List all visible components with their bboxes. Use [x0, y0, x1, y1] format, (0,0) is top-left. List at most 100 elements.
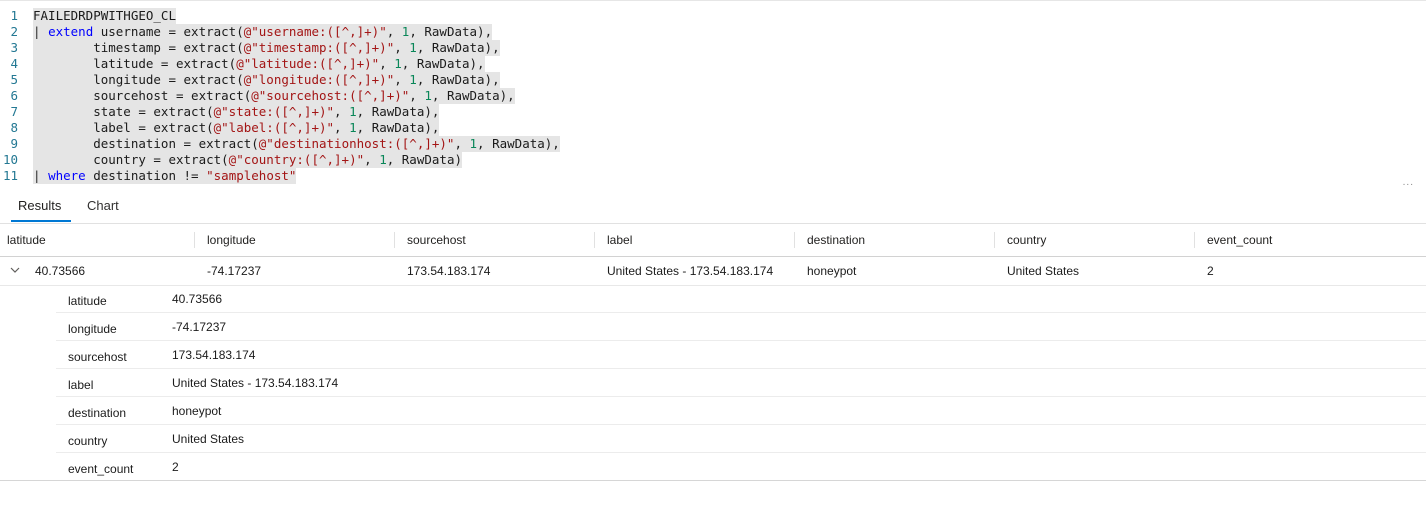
column-header-sourcehost[interactable]: sourcehost [407, 224, 466, 256]
code-token: , RawData), [477, 136, 560, 151]
column-resizer[interactable] [194, 232, 195, 248]
cell-latitude[interactable]: 40.73566 [35, 257, 85, 285]
column-header-destination[interactable]: destination [807, 224, 865, 256]
code-token: label = extract( [33, 120, 214, 135]
column-header-label[interactable]: label [607, 224, 632, 256]
code-text[interactable]: sourcehost = extract(@"sourcehost:([^,]+… [33, 88, 515, 104]
code-text[interactable]: latitude = extract(@"latitude:([^,]+)" , … [33, 56, 485, 72]
code-token: , RawData) [386, 152, 462, 167]
column-header-event-count[interactable]: event_count [1207, 224, 1272, 256]
detail-row-longitude: longitude -74.17237 [0, 313, 1426, 341]
code-text[interactable]: | where destination != "samplehost" [33, 168, 297, 184]
detail-key: country [68, 434, 108, 448]
code-token: , RawData), [356, 104, 440, 119]
code-token: , [454, 136, 470, 151]
detail-row-event-count: event_count 2 [0, 453, 1426, 481]
code-token: country = extract( [33, 152, 229, 167]
code-text[interactable]: destination = extract(@"destinationhost:… [33, 136, 560, 152]
code-token: , [394, 72, 410, 87]
chevron-down-icon[interactable] [8, 263, 22, 277]
code-token: , [386, 24, 402, 39]
code-token: 1 [424, 88, 432, 103]
code-token: @"longitude:([^,]+)" [243, 72, 395, 87]
detail-key: destination [68, 406, 127, 420]
cell-event-count[interactable]: 2 [1207, 257, 1214, 285]
code-token: longitude = extract( [33, 72, 244, 87]
detail-key: longitude [68, 322, 117, 336]
line-number: 2 [10, 24, 18, 39]
cell-label[interactable]: United States - 173.54.183.174 [607, 257, 773, 285]
code-token: | [33, 24, 49, 39]
code-token: destination != [85, 168, 207, 183]
code-token: @"latitude:([^,]+)" [236, 56, 380, 71]
column-header-latitude[interactable]: latitude [7, 224, 46, 256]
active-tab-indicator [11, 220, 71, 222]
code-token: @"username:([^,]+)" [243, 24, 387, 39]
line-number: 1 [10, 8, 18, 23]
code-token: destination = extract( [33, 136, 259, 151]
detail-value[interactable]: United States [172, 432, 244, 446]
code-token: , RawData), [401, 56, 485, 71]
code-text[interactable]: | extend username = extract(@"username:(… [33, 24, 493, 40]
code-token: 1 [349, 120, 357, 135]
code-token: , RawData), [416, 72, 500, 87]
line-number: 6 [10, 88, 18, 103]
query-editor[interactable]: 1 FAILEDRDPWITHGEO_CL 2 | extend username =… [0, 0, 1426, 188]
detail-value[interactable]: United States - 173.54.183.174 [172, 376, 338, 390]
result-tabs: Results Chart [0, 186, 1426, 224]
code-token: where [48, 168, 86, 183]
grid-bottom-border [0, 480, 1426, 481]
line-number: 8 [10, 120, 18, 135]
table-row[interactable]: 40.73566 -74.17237 173.54.183.174 United… [0, 257, 1426, 286]
code-text[interactable]: FAILEDRDPWITHGEO_CL [33, 8, 176, 24]
detail-value[interactable]: 2 [172, 460, 179, 474]
detail-row-latitude: latitude 40.73566 [0, 285, 1426, 313]
line-number: 11 [2, 168, 18, 183]
detail-value[interactable]: -74.17237 [172, 320, 226, 334]
detail-value[interactable]: 173.54.183.174 [172, 348, 255, 362]
code-token: 1 [394, 56, 402, 71]
code-token: , [334, 120, 350, 135]
detail-row-destination: destination honeypot [0, 397, 1426, 425]
code-token: , RawData), [431, 88, 515, 103]
code-token: , [364, 152, 380, 167]
detail-key: sourcehost [68, 350, 127, 364]
code-token: @"state:([^,]+)" [213, 104, 335, 119]
code-text[interactable]: timestamp = extract(@"timestamp:([^,]+)"… [33, 40, 500, 56]
code-text[interactable]: longitude = extract(@"longitude:([^,]+)"… [33, 72, 500, 88]
code-token: @"timestamp:([^,]+)" [243, 40, 395, 55]
cell-longitude[interactable]: -74.17237 [207, 257, 261, 285]
code-token: 1 [409, 72, 417, 87]
column-header-longitude[interactable]: longitude [207, 224, 256, 256]
column-header-country[interactable]: country [1007, 224, 1046, 256]
cell-country[interactable]: United States [1007, 257, 1079, 285]
code-token: , [394, 40, 410, 55]
tab-results[interactable]: Results [18, 198, 61, 213]
detail-value[interactable]: 40.73566 [172, 292, 222, 306]
code-text[interactable]: label = extract(@"label:([^,]+)", 1, Raw… [33, 120, 440, 136]
column-resizer[interactable] [394, 232, 395, 248]
line-number: 9 [10, 136, 18, 151]
code-token: state = extract( [33, 104, 214, 119]
grid-header: latitude longitude sourcehost label dest… [0, 224, 1426, 257]
column-resizer[interactable] [794, 232, 795, 248]
code-token: , RawData), [356, 120, 440, 135]
code-token: @"country:([^,]+)" [228, 152, 365, 167]
column-resizer[interactable] [1194, 232, 1195, 248]
code-text[interactable]: country = extract(@"country:([^,]+)", 1,… [33, 152, 462, 168]
tab-chart[interactable]: Chart [87, 198, 119, 213]
column-resizer[interactable] [594, 232, 595, 248]
detail-key: label [68, 378, 94, 392]
code-token: 1 [469, 136, 478, 151]
code-text[interactable]: state = extract(@"state:([^,]+)", 1, Raw… [33, 104, 440, 120]
cell-sourcehost[interactable]: 173.54.183.174 [407, 257, 490, 285]
code-token: , [379, 56, 395, 71]
code-token: @"sourcehost:([^,]+)" [251, 88, 410, 103]
code-token: 1 [409, 40, 417, 55]
column-resizer[interactable] [994, 232, 995, 248]
code-token: , [334, 104, 350, 119]
detail-row-country: country United States [0, 425, 1426, 453]
code-token: timestamp = extract( [33, 40, 244, 55]
detail-value[interactable]: honeypot [172, 404, 221, 418]
cell-destination[interactable]: honeypot [807, 257, 856, 285]
